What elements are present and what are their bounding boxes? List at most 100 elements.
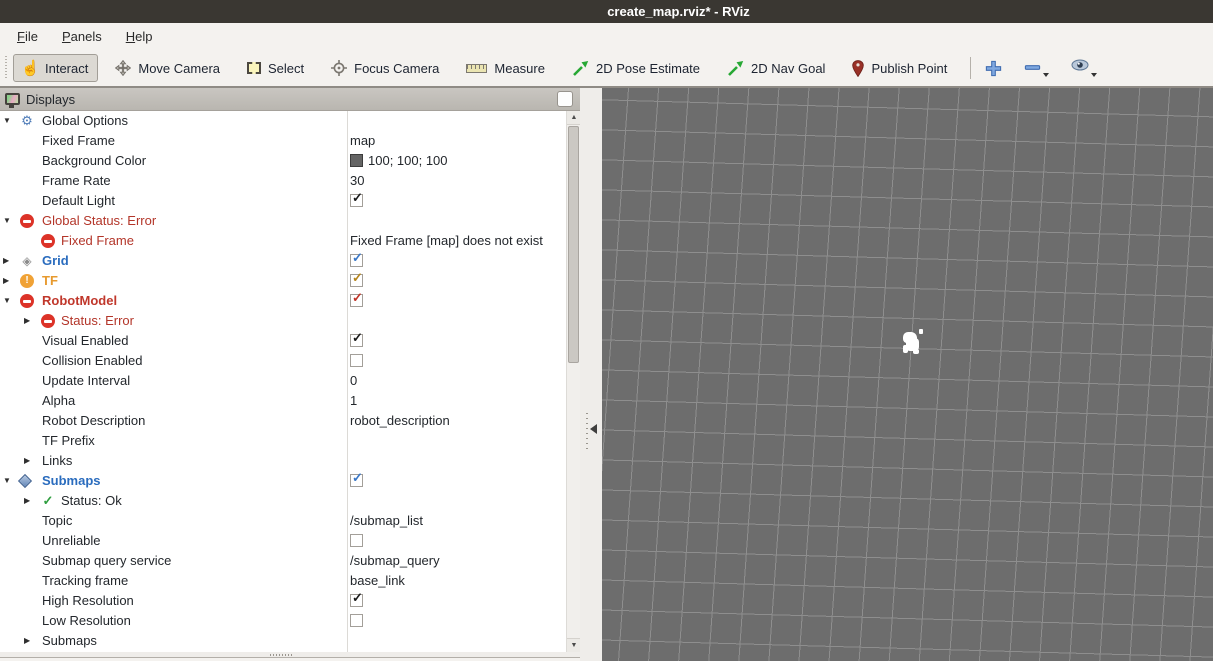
checkbox[interactable]: ✓ (350, 194, 363, 207)
tree-row-links[interactable]: ▶Links (0, 451, 580, 471)
collapsed-arrow-icon[interactable]: ▶ (3, 251, 9, 271)
checkbox[interactable]: ✓ (350, 294, 363, 307)
vertical-scrollbar[interactable]: ▲ ▼ (566, 111, 580, 652)
zoom-out-icon (1024, 59, 1041, 76)
tree-row-fixed-frame[interactable]: Fixed FrameFixed Frame [map] does not ex… (0, 231, 580, 251)
collapsed-arrow-icon[interactable]: ▶ (24, 631, 30, 651)
expanded-arrow-icon[interactable]: ▼ (3, 211, 11, 231)
tree-row-global-options[interactable]: ▼⚙Global Options (0, 111, 580, 131)
row-value[interactable]: /submap_query (350, 551, 440, 571)
tool-button-2d-nav-goal[interactable]: 2D Nav Goal (717, 54, 835, 82)
splitter-dots-icon (586, 413, 588, 449)
robot-model[interactable] (900, 328, 926, 358)
collapsed-arrow-icon[interactable]: ▶ (3, 271, 9, 291)
menu-item-panels[interactable]: Panels (53, 29, 111, 44)
tree-row-collision-enabled[interactable]: Collision Enabled (0, 351, 580, 371)
checkbox[interactable]: ✓ (350, 474, 363, 487)
3d-viewport[interactable] (602, 88, 1213, 661)
toolbar-drag-handle[interactable] (3, 56, 9, 80)
collapsed-arrow-icon[interactable]: ▶ (24, 451, 30, 471)
row-label: Frame Rate (42, 171, 111, 191)
collapse-arrow-icon[interactable] (590, 424, 597, 434)
expanded-arrow-icon[interactable]: ▼ (3, 111, 11, 131)
horizontal-splitter[interactable] (0, 652, 580, 657)
tree-row-submaps[interactable]: ▼Submaps✓ (0, 471, 580, 491)
row-label: TF (42, 271, 58, 291)
checkbox[interactable]: ✓ (350, 594, 363, 607)
tool-button-move-camera[interactable]: Move Camera (105, 54, 230, 82)
tree-row-update-interval[interactable]: Update Interval0 (0, 371, 580, 391)
tree-row-high-resolution[interactable]: High Resolution✓ (0, 591, 580, 611)
view-button-eye[interactable] (1067, 57, 1101, 79)
checkbox[interactable]: ✓ (350, 334, 363, 347)
tool-button-measure[interactable]: Measure (456, 54, 555, 82)
checkbox[interactable] (350, 614, 363, 627)
tree-row-status-ok[interactable]: ▶✓Status: Ok (0, 491, 580, 511)
checkbox[interactable]: ✓ (350, 254, 363, 267)
tool-button-publish-point[interactable]: Publish Point (842, 54, 957, 82)
focus-icon (331, 60, 347, 76)
tree-row-tf-prefix[interactable]: TF Prefix (0, 431, 580, 451)
tree-row-grid[interactable]: ▶◈Grid✓ (0, 251, 580, 271)
zoom-in-icon (985, 60, 1002, 77)
row-label: Global Status: Error (42, 211, 156, 231)
row-value[interactable]: 0 (350, 371, 357, 391)
row-label: Visual Enabled (42, 331, 129, 351)
color-swatch[interactable] (350, 154, 363, 167)
tree-row-tracking-frame[interactable]: Tracking framebase_link (0, 571, 580, 591)
collapsed-arrow-icon[interactable]: ▶ (24, 491, 30, 511)
tree-row-global-status-error[interactable]: ▼ Global Status: Error (0, 211, 580, 231)
dropdown-caret-icon (1091, 73, 1097, 77)
tool-button-focus-camera[interactable]: Focus Camera (321, 54, 449, 82)
tree-row-tf[interactable]: ▶!TF✓ (0, 271, 580, 291)
row-value[interactable]: 100; 100; 100 (350, 151, 448, 171)
tree-row-fixed-frame[interactable]: Fixed Framemap (0, 131, 580, 151)
tree-row-visual-enabled[interactable]: Visual Enabled ✓ (0, 331, 580, 351)
tree-row-robot-description[interactable]: Robot Descriptionrobot_description (0, 411, 580, 431)
row-value[interactable]: Fixed Frame [map] does not exist (350, 231, 543, 251)
row-value[interactable]: base_link (350, 571, 405, 591)
displays-panel-header[interactable]: Displays (0, 88, 580, 111)
row-value[interactable]: /submap_list (350, 511, 423, 531)
checkbox[interactable] (350, 354, 363, 367)
tree-row-alpha[interactable]: Alpha1 (0, 391, 580, 411)
view-button-zoom-out[interactable] (1020, 57, 1053, 79)
tree-row-default-light[interactable]: Default Light✓ (0, 191, 580, 211)
row-label: Global Options (42, 111, 128, 131)
row-label: RobotModel (42, 291, 117, 311)
panel-splitter[interactable] (580, 88, 602, 661)
tree-row-submap-query-service[interactable]: Submap query service/submap_query (0, 551, 580, 571)
tree-row-frame-rate[interactable]: Frame Rate 30 (0, 171, 580, 191)
scroll-up-button[interactable]: ▲ (567, 111, 580, 125)
tree-row-low-resolution[interactable]: Low Resolution (0, 611, 580, 631)
tree-row-topic[interactable]: Topic/submap_list (0, 511, 580, 531)
tree-row-status-error[interactable]: ▶Status: Error (0, 311, 580, 331)
scroll-down-button[interactable]: ▼ (567, 638, 580, 652)
tool-button-label: Publish Point (871, 61, 947, 76)
tree-row-robotmodel[interactable]: ▼ RobotModel ✓ (0, 291, 580, 311)
expanded-arrow-icon[interactable]: ▼ (3, 291, 11, 311)
robot-model-part (913, 349, 919, 354)
checkbox[interactable] (350, 534, 363, 547)
error-icon (20, 294, 34, 308)
row-value[interactable]: 1 (350, 391, 357, 411)
view-button-zoom-in[interactable] (981, 58, 1006, 79)
tool-button-2d-pose-estimate[interactable]: 2D Pose Estimate (562, 54, 710, 82)
displays-icon (5, 93, 20, 105)
tree-row-submaps[interactable]: ▶Submaps (0, 631, 580, 651)
scroll-thumb[interactable] (568, 126, 579, 363)
window-titlebar[interactable]: create_map.rviz* - RViz (0, 0, 1213, 23)
menu-item-file[interactable]: File (8, 29, 47, 44)
row-value[interactable]: 30 (350, 171, 364, 191)
row-value[interactable]: robot_description (350, 411, 450, 431)
tree-row-unreliable[interactable]: Unreliable (0, 531, 580, 551)
tool-button-interact[interactable]: ☝Interact (13, 54, 98, 82)
tool-button-select[interactable]: Select (237, 54, 314, 82)
menu-item-help[interactable]: Help (117, 29, 162, 44)
row-value[interactable]: map (350, 131, 375, 151)
expanded-arrow-icon[interactable]: ▼ (3, 471, 11, 491)
checkbox[interactable]: ✓ (350, 274, 363, 287)
tree-row-background-color[interactable]: Background Color100; 100; 100 (0, 151, 580, 171)
collapsed-arrow-icon[interactable]: ▶ (24, 311, 30, 331)
panel-float-button[interactable] (557, 91, 573, 107)
